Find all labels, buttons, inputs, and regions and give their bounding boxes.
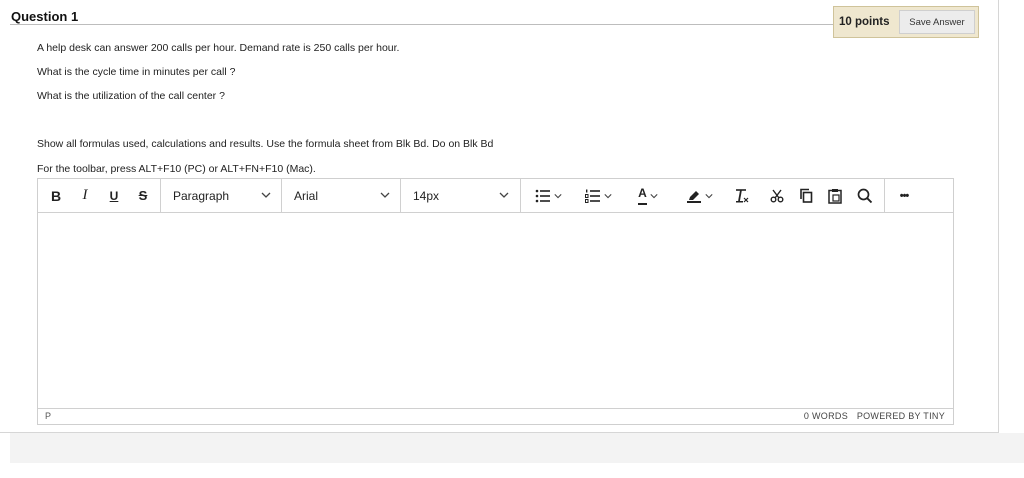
italic-button[interactable]: I — [73, 179, 97, 212]
underline-icon: U — [109, 188, 119, 203]
clear-format-button[interactable] — [728, 179, 756, 212]
clear-format-icon — [736, 188, 749, 202]
chevron-down-icon — [603, 193, 612, 198]
save-answer-button[interactable]: Save Answer — [899, 10, 975, 34]
chevron-down-icon — [704, 193, 713, 198]
toolbar-separator — [884, 179, 885, 212]
chevron-down-icon — [499, 192, 509, 198]
font-color-icon: A — [638, 186, 647, 205]
question-title: Question 1 — [11, 9, 79, 24]
paste-icon — [828, 188, 842, 204]
question-text-2: What is the cycle time in minutes per ca… — [37, 66, 236, 78]
points-box: 10 points Save Answer — [833, 6, 979, 38]
paste-button[interactable] — [823, 179, 847, 212]
cut-button[interactable] — [765, 179, 789, 212]
search-button[interactable] — [852, 179, 878, 212]
chevron-down-icon — [380, 192, 390, 198]
copy-icon — [800, 188, 813, 203]
rich-text-editor: B I U S Paragraph Arial 14px A ••• P 0 W… — [37, 178, 954, 425]
cut-icon — [770, 189, 784, 202]
bold-button[interactable]: B — [44, 179, 68, 212]
points-label: 10 points — [839, 16, 890, 28]
editor-toolbar: B I U S Paragraph Arial 14px A ••• — [38, 179, 953, 213]
element-path[interactable]: P — [45, 411, 51, 421]
page-footer-strip — [0, 433, 1024, 463]
instruction-text: Show all formulas used, calculations and… — [37, 138, 494, 150]
word-count-status: 0 WORDS POWERED BY TINY — [804, 411, 945, 421]
numbered-list-icon — [584, 189, 600, 203]
copy-button[interactable] — [794, 179, 818, 212]
strikethrough-icon: S — [138, 188, 148, 203]
title-divider — [10, 24, 835, 25]
bullet-list-button[interactable] — [527, 179, 569, 212]
strikethrough-button[interactable]: S — [131, 179, 155, 212]
bullet-list-icon — [535, 189, 550, 202]
question-text-1: A help desk can answer 200 calls per hou… — [37, 42, 400, 54]
numbered-list-button[interactable] — [577, 179, 619, 212]
chevron-down-icon — [261, 192, 271, 198]
word-count[interactable]: 0 WORDS — [804, 411, 848, 421]
highlight-button[interactable] — [678, 179, 720, 212]
chevron-down-icon — [553, 193, 562, 198]
toolbar-hint-text: For the toolbar, press ALT+F10 (PC) or A… — [37, 163, 316, 175]
highlight-icon — [686, 190, 701, 203]
editor-content-area[interactable] — [38, 213, 953, 409]
more-icon: ••• — [899, 189, 910, 202]
underline-button[interactable]: U — [102, 179, 126, 212]
footer-edge — [0, 433, 10, 463]
question-panel: Question 1 10 points Save Answer A help … — [0, 0, 999, 433]
font-family-dropdown[interactable]: Arial — [282, 179, 400, 212]
italic-icon: I — [82, 187, 88, 203]
chevron-down-icon — [650, 193, 658, 198]
block-format-value: Paragraph — [173, 188, 230, 203]
editor-statusbar: P 0 WORDS POWERED BY TINY — [38, 408, 953, 424]
font-family-value: Arial — [294, 188, 319, 203]
font-color-button[interactable]: A — [627, 179, 669, 212]
more-button[interactable]: ••• — [890, 179, 918, 212]
font-size-value: 14px — [413, 188, 440, 203]
question-text-3: What is the utilization of the call cent… — [37, 90, 225, 102]
block-format-dropdown[interactable]: Paragraph — [161, 179, 281, 212]
font-size-dropdown[interactable]: 14px — [401, 179, 519, 212]
toolbar-separator — [520, 179, 521, 212]
powered-by-link[interactable]: POWERED BY TINY — [857, 411, 945, 421]
bold-icon: B — [50, 187, 62, 204]
search-icon — [857, 188, 873, 203]
